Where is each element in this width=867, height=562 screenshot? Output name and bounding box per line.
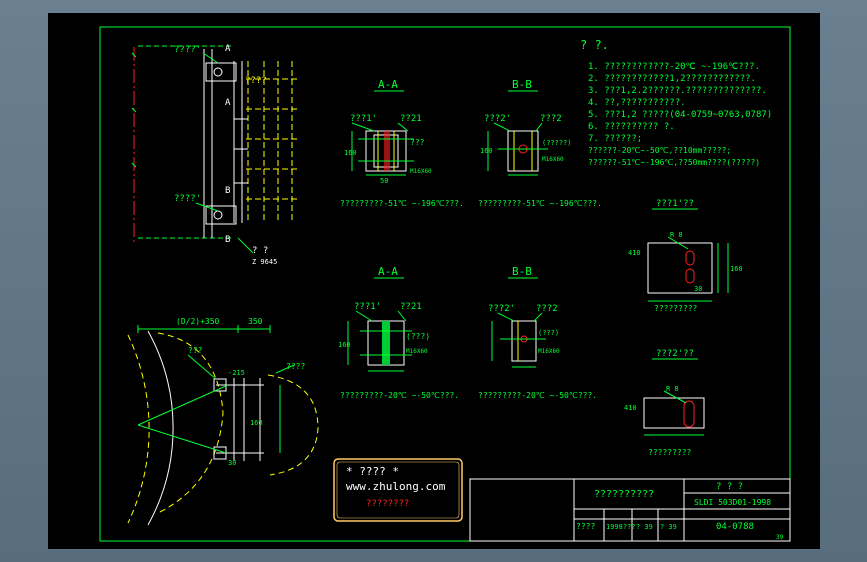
drawing-svg: ????' ???? A A B B ????' ? ? Z 9645 A-A … <box>99 26 791 542</box>
plan-view <box>127 325 319 526</box>
plan-label-1: ??? <box>188 346 203 355</box>
section-aa-top: A-A <box>378 78 398 91</box>
elevation-view <box>131 45 298 254</box>
notes-block: ? ?. 1. ????????????-20℃ ~-196℃???. 2. ?… <box>580 38 772 167</box>
plate2-caption: ????????? <box>648 448 692 457</box>
label-cut-b-top: B <box>225 186 230 196</box>
caption-bb1: ?????????-51℃ ~-196℃???. <box>478 199 602 208</box>
section-bb-bottom-drawing <box>491 312 546 368</box>
plate1-dim-30: 30 <box>694 285 702 293</box>
label-left-bottom-2: Z 9645 <box>252 258 277 266</box>
label-aa2-mid: (???) <box>406 332 430 341</box>
titleblock-row-b: 1998??? <box>606 523 636 531</box>
section-bb-top: B-B <box>512 78 532 91</box>
label-bb1-right: ???2 <box>540 114 562 124</box>
drawing-canvas: ????' ???? A A B B ????' ? ? Z 9645 A-A … <box>48 13 820 549</box>
plate1-dim-r8: R 8 <box>670 231 683 239</box>
label-aa2-bolt: M16X60 <box>406 348 428 355</box>
label-bb1-left: ???2' <box>484 114 511 124</box>
section-bb-bottom: B-B <box>512 265 532 278</box>
caption-aa2: ?????????-20℃ ~-50℃???. <box>340 391 459 400</box>
section-aa-top-drawing <box>351 122 414 176</box>
label-aa1-right: ??21 <box>400 114 422 124</box>
plate2-title: ???2'?? <box>656 349 694 359</box>
stamp-line2: www.zhulong.com <box>346 480 446 493</box>
label-bb1-bolt: M16X60 <box>542 156 564 163</box>
stamp-line1: * ???? * <box>346 465 399 478</box>
label-left-top-1: ????' <box>174 45 201 55</box>
plan-dim-b: 160 <box>250 419 263 427</box>
label-left-top-2: ???? <box>245 76 267 86</box>
plate1-dim-160: 160 <box>730 265 743 273</box>
note-6: 6. ?????????? ?. <box>588 122 675 132</box>
caption-bb2: ?????????-20℃ ~-50℃???. <box>478 391 597 400</box>
cad-window: ????' ???? A A B B ????' ? ? Z 9645 A-A … <box>0 0 867 562</box>
plate2-drawing <box>643 390 705 436</box>
label-aa2-right: ??21 <box>400 302 422 312</box>
label-aa2-left: ???1' <box>354 302 381 312</box>
note-4: 4. ??,???????????. <box>588 98 686 108</box>
titleblock-row-d: ? 39 <box>660 523 677 531</box>
plate2-dim-410: 410 <box>624 404 637 412</box>
plate2-dim-r8: R 8 <box>666 385 679 393</box>
label-bb2-mid: (???) <box>538 329 559 337</box>
note-5: 5. ???1,2 ?????(04-0759~0763,0787) <box>588 110 772 120</box>
label-cut-a-top: A <box>225 44 231 54</box>
note-7a: ??????-20℃~-50℃,??10mm?????; <box>588 146 731 155</box>
note-2: 2. ????????????1,2????????????. <box>588 74 756 84</box>
plan-dim-a: -215 <box>228 369 245 377</box>
label-cut-a-mid: A <box>225 98 231 108</box>
label-left-bottom: ? ? <box>252 246 268 256</box>
titleblock-row-c: ? 39 <box>636 523 653 531</box>
label-aa1-dim-50: 50 <box>380 177 388 185</box>
stamp-line3: ???????? <box>366 499 409 509</box>
label-aa1-left: ???1' <box>350 114 377 124</box>
titleblock-name: ?????????? <box>594 489 654 500</box>
plate1-dim-410: 410 <box>628 249 641 257</box>
plate1-title: ???1'?? <box>656 199 694 209</box>
note-1: 1. ????????????-20℃ ~-196℃???. <box>588 62 760 72</box>
note-7b: ??????-51℃~-196℃,??50mm????(?????) <box>588 158 760 167</box>
label-bb1-mid: (?????) <box>542 139 572 147</box>
titleblock-code-label: ? ? ? <box>716 482 743 492</box>
label-aa1-bolt: M16X60 <box>410 168 432 175</box>
label-aa1-mid: ??? <box>410 138 425 147</box>
label-cut-b-bottom: B <box>225 235 230 245</box>
section-bb-top-drawing <box>487 122 548 176</box>
caption-aa1: ?????????-51℃ ~-196℃???. <box>340 199 464 208</box>
plan-label-2: ???? <box>286 362 305 371</box>
label-bb2-bolt: M16X60 <box>538 348 560 355</box>
section-aa-bottom-drawing <box>347 310 412 372</box>
label-bb1-dim-100: 160 <box>480 147 493 155</box>
plan-dim-right: 350 <box>248 317 263 326</box>
note-7: 7. ??????; <box>588 134 642 144</box>
titleblock-drawing-no: 04-0788 <box>716 522 754 532</box>
note-3: 3. ???1,2.2??????.??????????????. <box>588 86 767 96</box>
plate1-drawing <box>647 236 729 302</box>
plate1-caption: ????????? <box>654 304 698 313</box>
label-left-mid: ????' <box>174 194 201 204</box>
titleblock-sheet: 39 <box>776 534 784 541</box>
label-aa2-dim-160: 160 <box>338 341 351 349</box>
plan-dim-c: 30 <box>228 459 236 467</box>
titleblock-std: SLDI 503D01-1998 <box>694 498 771 507</box>
label-bb2-right: ???2 <box>536 304 558 314</box>
label-aa1-dim-160: 160 <box>344 149 357 157</box>
plan-dim-top: (D/2)+350 <box>176 317 220 326</box>
titleblock-row-a: ???? <box>576 522 595 531</box>
section-aa-bottom: A-A <box>378 265 398 278</box>
notes-title: ? ?. <box>580 38 609 52</box>
label-bb2-left: ???2' <box>488 304 515 314</box>
